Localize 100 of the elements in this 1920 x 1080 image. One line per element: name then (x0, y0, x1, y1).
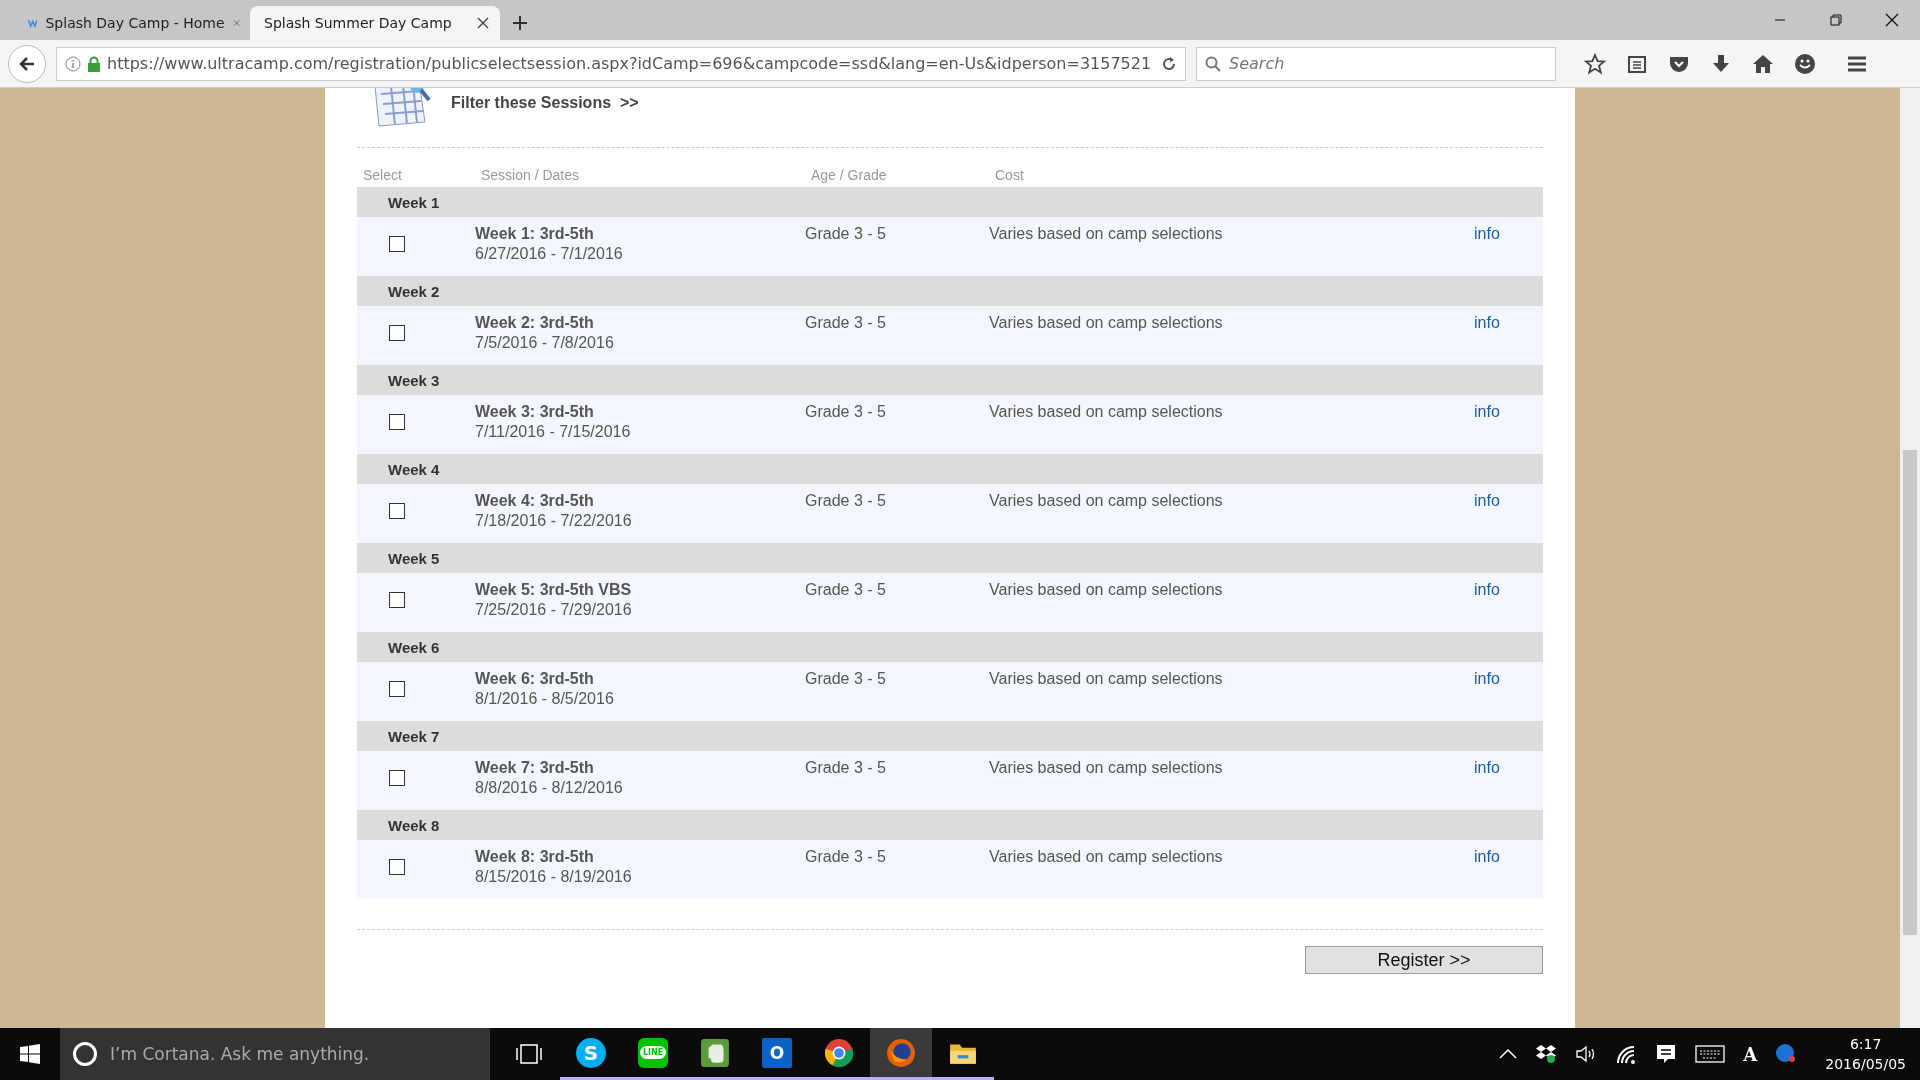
smiley-icon[interactable] (1794, 52, 1816, 75)
browser-tab[interactable]: Splash Summer Day Camp (250, 6, 500, 40)
wifi-icon[interactable] (1615, 1044, 1638, 1064)
week-group-header: Week 1 (357, 187, 1543, 217)
grade-text: Grade 3 - 5 (805, 848, 886, 865)
session-checkbox[interactable] (389, 503, 405, 519)
session-title: Week 7: 3rd-5th (475, 759, 595, 777)
back-arrow-icon (18, 54, 36, 73)
cost-text: Varies based on camp selections (989, 403, 1223, 420)
session-title: Week 2: 3rd-5th (475, 314, 595, 332)
grade-text: Grade 3 - 5 (805, 492, 886, 509)
info-link[interactable]: info (1474, 403, 1500, 420)
dropbox-icon[interactable] (1535, 1044, 1558, 1064)
chevron-up-icon[interactable] (1499, 1049, 1518, 1059)
week-group-header: Week 3 (357, 365, 1543, 395)
session-title: Week 5: 3rd-5th VBS (475, 581, 633, 599)
cost-text: Varies based on camp selections (989, 670, 1223, 687)
info-link[interactable]: info (1474, 670, 1500, 687)
outlook-logo-icon: O (762, 1037, 792, 1068)
close-icon[interactable] (1885, 13, 1899, 27)
filter-sessions-link[interactable]: Filter these Sessions >> (451, 94, 639, 114)
firefox-logo-icon (886, 1037, 916, 1068)
task-view-icon[interactable] (516, 1043, 542, 1065)
line-logo-icon: LINE (638, 1037, 668, 1068)
session-checkbox[interactable] (389, 681, 405, 697)
cost-text: Varies based on camp selections (989, 225, 1223, 242)
session-dates: 7/18/2016 - 7/22/2016 (475, 512, 633, 530)
session-checkbox[interactable] (389, 236, 405, 252)
week-group-header: Week 8 (357, 810, 1543, 840)
week-group-header: Week 4 (357, 454, 1543, 484)
taskbar-app-button[interactable] (870, 1028, 932, 1080)
restore-icon[interactable] (1830, 14, 1842, 26)
column-header: Session / Dates (480, 166, 581, 185)
back-button[interactable] (8, 44, 46, 83)
clock-time: 6:17 (1849, 1035, 1882, 1054)
grade-text: Grade 3 - 5 (805, 581, 886, 598)
grade-text: Grade 3 - 5 (805, 225, 886, 242)
session-title: Week 4: 3rd-5th (475, 492, 595, 510)
info-link[interactable]: info (1474, 314, 1500, 331)
search-icon (1205, 55, 1221, 72)
session-title: Week 1: 3rd-5th (475, 225, 595, 243)
chrome-logo-icon (824, 1037, 854, 1068)
session-title: Week 3: 3rd-5th (475, 403, 595, 421)
star-icon[interactable] (1584, 52, 1606, 75)
windows-logo-icon[interactable] (20, 1044, 40, 1064)
padlock-icon (87, 55, 101, 72)
week-group-header: Week 6 (357, 632, 1543, 662)
home-icon[interactable] (1752, 52, 1774, 75)
cost-text: Varies based on camp selections (989, 492, 1223, 509)
session-checkbox[interactable] (389, 859, 405, 875)
column-header: Age / Grade (810, 166, 888, 185)
browser-tab[interactable]: Splash Day Camp - Home (0, 6, 250, 40)
reload-icon[interactable] (1161, 55, 1177, 72)
session-checkbox[interactable] (389, 414, 405, 430)
circle-icon (72, 1041, 98, 1067)
session-dates: 8/8/2016 - 8/12/2016 (475, 779, 624, 797)
scrollbar[interactable] (1900, 88, 1920, 1028)
ime-indicator[interactable]: A (1743, 1043, 1758, 1065)
week-group-header: Week 5 (357, 543, 1543, 573)
session-dates: 8/15/2016 - 8/19/2016 (475, 868, 633, 886)
column-header: Cost (994, 166, 1025, 185)
info-link[interactable]: info (1474, 848, 1500, 865)
session-title: Week 8: 3rd-5th (475, 848, 595, 866)
clock-date: 2016/05/05 (1825, 1055, 1906, 1074)
info-link[interactable]: info (1474, 225, 1500, 242)
address-bar[interactable]: https://www.ultracamp.com/registration/publicselectsession.aspx?idCamp=696&campcode=ssd&lang=en-Us&idperson=3157521 (56, 46, 1186, 81)
week-group-header: Week 7 (357, 721, 1543, 751)
session-dates: 8/1/2016 - 8/5/2016 (475, 690, 615, 708)
close-icon[interactable] (476, 16, 490, 30)
search-field[interactable]: Search (1196, 46, 1556, 81)
session-checkbox[interactable] (389, 770, 405, 786)
info-link[interactable]: info (1474, 759, 1500, 776)
session-title: Week 6: 3rd-5th (475, 670, 595, 688)
grade-text: Grade 3 - 5 (805, 314, 886, 331)
url-text: https://www.ultracamp.com/registration/publicselectsession.aspx?idCamp=696&campcode=ssd&lang=en-Us&idperson=3157521 (107, 54, 1153, 73)
grade-text: Grade 3 - 5 (805, 759, 886, 776)
session-dates: 7/5/2016 - 7/8/2016 (475, 334, 615, 352)
notification-icon[interactable] (1655, 1043, 1678, 1065)
session-checkbox[interactable] (389, 592, 405, 608)
column-header: Select (362, 166, 403, 185)
week-group-header: Week 2 (357, 276, 1543, 306)
cost-text: Varies based on camp selections (989, 848, 1223, 865)
plus-icon[interactable] (512, 15, 528, 31)
cortana-search-field[interactable]: I’m Cortana. Ask me anything. (60, 1028, 490, 1080)
taskbar-app-button[interactable]: O (746, 1028, 808, 1080)
info-link[interactable]: info (1474, 581, 1500, 598)
session-dates: 7/25/2016 - 7/29/2016 (475, 601, 633, 619)
info-icon[interactable] (65, 55, 81, 72)
session-dates: 6/27/2016 - 7/1/2016 (475, 245, 624, 263)
cost-text: Varies based on camp selections (989, 581, 1223, 598)
session-checkbox[interactable] (389, 325, 405, 341)
grade-text: Grade 3 - 5 (805, 403, 886, 420)
info-link[interactable]: info (1474, 492, 1500, 509)
keyboard-icon[interactable] (1695, 1045, 1726, 1063)
grade-text: Grade 3 - 5 (805, 670, 886, 687)
cost-text: Varies based on camp selections (989, 314, 1223, 331)
cost-text: Varies based on camp selections (989, 759, 1223, 776)
register-button[interactable]: Register >> (1305, 946, 1543, 974)
assistant-circle-icon[interactable] (1775, 1043, 1798, 1065)
skype-logo-icon: S (576, 1037, 606, 1068)
